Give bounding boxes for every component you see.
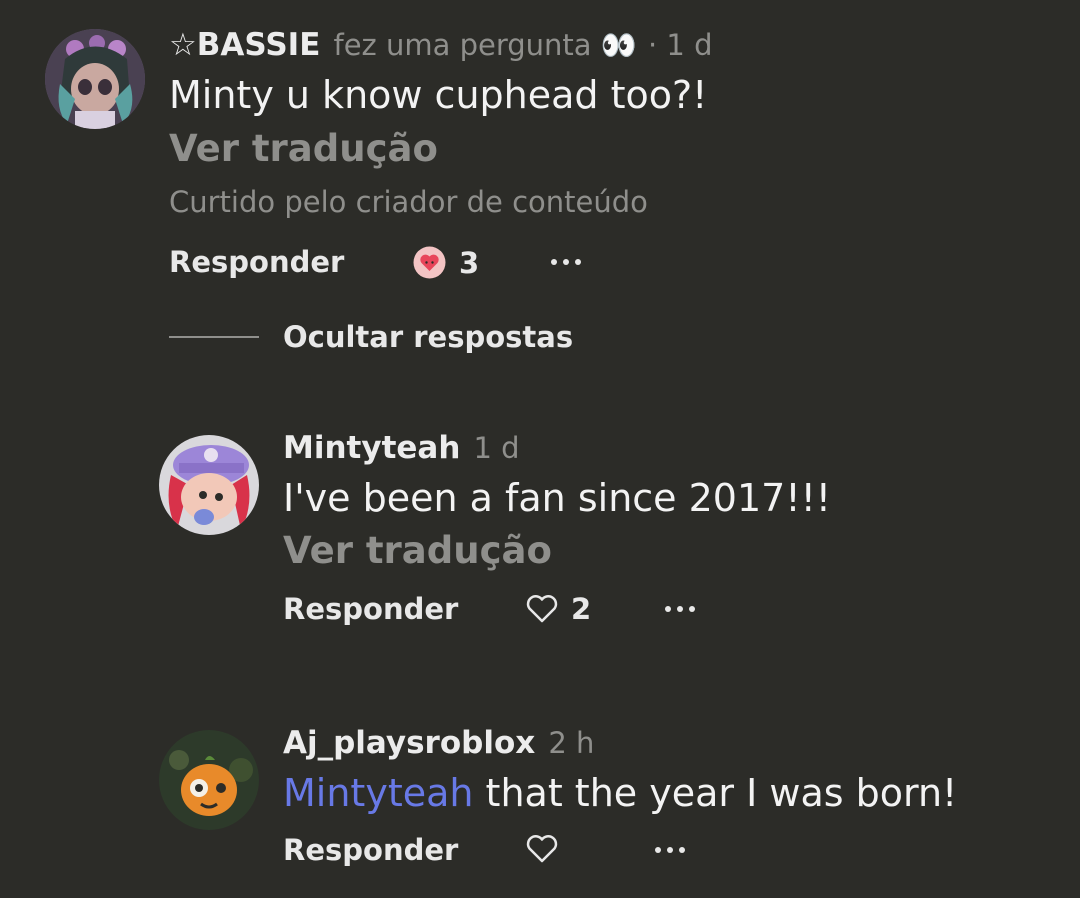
heart-outline-icon (526, 835, 558, 863)
reply-aj-playsroblox: Aj_playsroblox 2 h Mintyteah that the ye… (0, 715, 1080, 898)
avatar-bassie[interactable] (45, 29, 145, 129)
heart-filled-icon (413, 246, 446, 279)
more-options-icon (665, 606, 671, 612)
reply-actions: Responder 2 (283, 592, 783, 632)
like-count: 3 (459, 245, 480, 280)
reply-button[interactable]: Responder (169, 245, 344, 279)
reply-author[interactable]: Mintyteah (283, 430, 460, 466)
more-options-button[interactable] (655, 833, 685, 867)
avatar-mintyteah[interactable] (159, 435, 259, 535)
reply-button[interactable]: Responder (283, 833, 458, 867)
more-options-icon (551, 259, 557, 265)
avatar-bassie-image (45, 29, 145, 129)
liked-by-creator-label: Curtido pelo criador de conteúdo (169, 185, 648, 219)
reply-text: I've been a fan since 2017!!! (283, 476, 832, 520)
more-options-icon (655, 847, 661, 853)
reply-author[interactable]: Aj_playsroblox (283, 725, 535, 761)
see-translation-link[interactable]: Ver tradução (283, 529, 552, 572)
reply-button[interactable]: Responder (283, 592, 458, 626)
comment-bassie: ☆BASSIE fez uma pergunta 👀 · 1 d Minty u… (0, 0, 1080, 300)
more-options-button[interactable] (551, 245, 581, 279)
hide-replies-toggle[interactable]: Ocultar respostas (169, 320, 573, 354)
see-translation-link[interactable]: Ver tradução (169, 127, 438, 170)
comment-actions: Responder 3 (169, 245, 669, 285)
comment-action: fez uma pergunta 👀 (333, 28, 637, 62)
reply-mintyteah: Mintyteah 1 d I've been a fan since 2017… (0, 420, 1080, 660)
divider (169, 336, 259, 338)
mention-link[interactable]: Mintyteah (283, 771, 473, 815)
like-button[interactable]: 2 (525, 592, 591, 626)
like-button[interactable] (525, 833, 559, 865)
reply-age: 2 h (548, 726, 595, 760)
hide-replies-label: Ocultar respostas (283, 320, 574, 354)
avatar-mintyteah-image (159, 435, 259, 535)
avatar-aj-playsroblox[interactable] (159, 730, 259, 830)
avatar-aj-playsroblox-image (159, 730, 259, 830)
like-button[interactable]: 3 (412, 245, 479, 280)
comment-author[interactable]: ☆BASSIE (169, 27, 320, 63)
comment-age: · 1 d (648, 28, 713, 62)
reply-actions: Responder (283, 833, 783, 873)
reply-text: Mintyteah that the year I was born! (283, 771, 957, 815)
heart-outline-icon (526, 595, 558, 623)
reply-age: 1 d (473, 431, 520, 465)
like-count: 2 (571, 592, 592, 626)
more-options-button[interactable] (665, 592, 695, 626)
reply-text-content: that the year I was born! (473, 771, 958, 815)
comment-text: Minty u know cuphead too?! (169, 73, 708, 117)
